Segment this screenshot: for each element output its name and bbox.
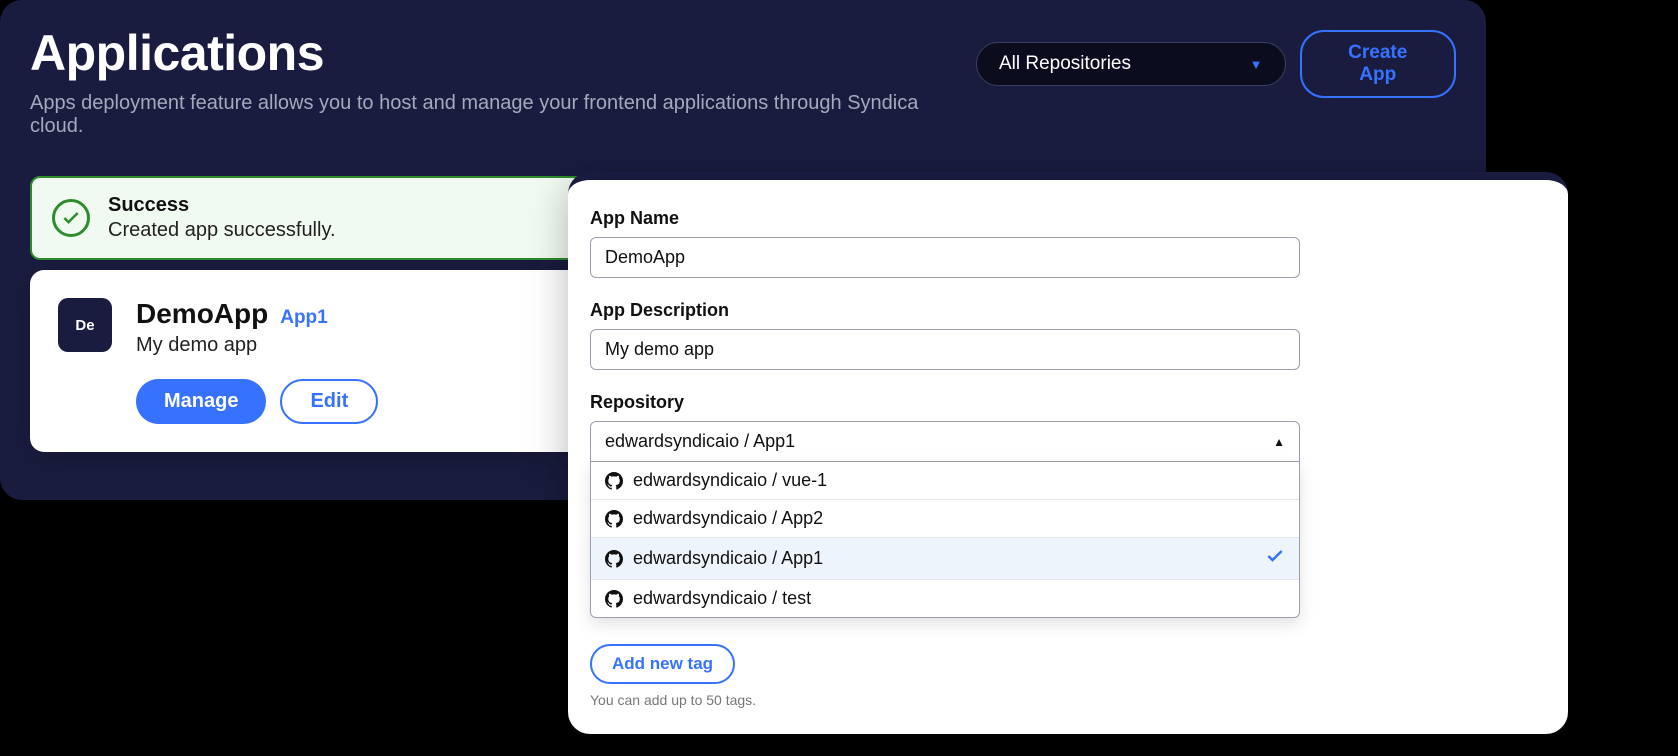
alert-text: Success Created app successfully. — [108, 194, 336, 242]
check-circle-icon — [52, 199, 90, 237]
repo-filter-label: All Repositories — [999, 53, 1131, 75]
app-name-label: App Name — [590, 208, 1546, 229]
create-app-button[interactable]: Create App — [1300, 30, 1456, 98]
app-button-row: Manage Edit — [136, 379, 378, 424]
repo-option-label: edwardsyndicaio / vue-1 — [633, 470, 827, 491]
repo-option-label: edwardsyndicaio / App2 — [633, 508, 823, 529]
repository-label: Repository — [590, 392, 1546, 413]
header-row: Applications Apps deployment feature all… — [30, 24, 1456, 138]
repo-filter-select[interactable]: All Repositories ▼ — [976, 42, 1286, 86]
alert-message: Created app successfully. — [108, 219, 336, 242]
header-actions: All Repositories ▼ Create App — [976, 30, 1456, 98]
repo-option[interactable]: edwardsyndicaio / test — [591, 579, 1299, 617]
tag-hint: You can add up to 50 tags. — [590, 692, 1546, 708]
app-repo-link[interactable]: App1 — [280, 307, 328, 329]
header-text-block: Applications Apps deployment feature all… — [30, 24, 976, 138]
github-icon — [605, 590, 623, 608]
app-avatar: De — [58, 298, 112, 352]
edit-button[interactable]: Edit — [280, 379, 378, 424]
app-card-body: DemoApp App1 My demo app Manage Edit — [136, 298, 378, 424]
github-icon — [605, 550, 623, 568]
page-subtitle: Apps deployment feature allows you to ho… — [30, 92, 976, 138]
alert-title: Success — [108, 194, 336, 217]
github-icon — [605, 472, 623, 490]
app-name-input[interactable] — [590, 237, 1300, 278]
add-tag-button[interactable]: Add new tag — [590, 644, 735, 684]
chevron-up-icon: ▲ — [1273, 435, 1285, 449]
github-icon — [605, 510, 623, 528]
repository-selected-value: edwardsyndicaio / App1 — [605, 431, 795, 452]
create-app-modal: App Name App Description Repository edwa… — [568, 172, 1568, 734]
app-name-row: DemoApp App1 — [136, 298, 378, 330]
repository-dropdown: edwardsyndicaio / vue-1 edwardsyndicaio … — [590, 462, 1300, 618]
app-desc-label: App Description — [590, 300, 1546, 321]
repo-option[interactable]: edwardsyndicaio / vue-1 — [591, 462, 1299, 499]
app-desc-input[interactable] — [590, 329, 1300, 370]
repo-option-selected[interactable]: edwardsyndicaio / App1 — [591, 537, 1299, 579]
check-icon — [1265, 546, 1285, 571]
repo-option[interactable]: edwardsyndicaio / App2 — [591, 499, 1299, 537]
manage-button[interactable]: Manage — [136, 379, 266, 424]
repo-option-label: edwardsyndicaio / test — [633, 588, 811, 609]
page-title: Applications — [30, 24, 976, 82]
chevron-down-icon: ▼ — [1250, 57, 1263, 72]
repo-option-label: edwardsyndicaio / App1 — [633, 548, 823, 569]
app-name: DemoApp — [136, 298, 268, 330]
app-description: My demo app — [136, 334, 378, 357]
repository-select[interactable]: edwardsyndicaio / App1 ▲ — [590, 421, 1300, 462]
